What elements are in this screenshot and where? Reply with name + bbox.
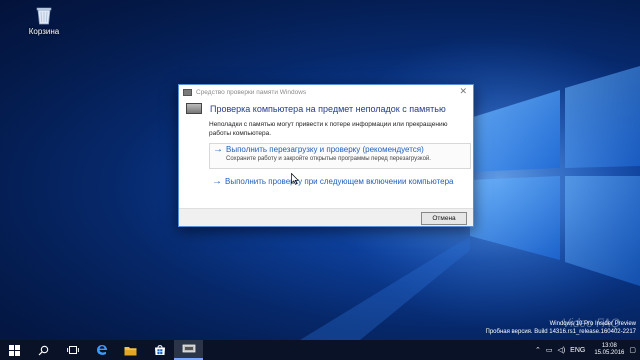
mouse-cursor-icon bbox=[291, 172, 300, 190]
recycle-bin-label: Корзина bbox=[28, 27, 60, 36]
notifications-icon[interactable]: ▢ bbox=[629, 346, 636, 354]
clock-time: 13:08 bbox=[601, 343, 617, 349]
memory-diagnostic-icon bbox=[182, 344, 195, 353]
task-view-button[interactable] bbox=[58, 340, 87, 360]
edge-button[interactable] bbox=[87, 340, 116, 360]
edge-icon bbox=[96, 345, 107, 355]
cancel-button[interactable]: Отмена bbox=[421, 212, 467, 225]
dialog-title: Средство проверки памяти Windows bbox=[196, 88, 307, 96]
restart-now-title: Выполнить перезагрузку и проверку (реком… bbox=[226, 145, 424, 154]
dialog-titlebar[interactable]: Средство проверки памяти Windows ✕ bbox=[179, 85, 473, 99]
file-explorer-icon bbox=[124, 346, 137, 355]
taskbar: ⌃ ▭ ◁) ENG 13:08 15.05.2016 ▢ bbox=[0, 340, 640, 360]
task-view-icon bbox=[66, 346, 79, 354]
search-button[interactable] bbox=[29, 340, 58, 360]
start-button[interactable] bbox=[0, 340, 29, 360]
check-next-start-option[interactable]: → Выполнить проверку при следующем включ… bbox=[209, 177, 471, 187]
recycle-bin-shortcut[interactable]: Корзина bbox=[22, 4, 66, 36]
language-indicator[interactable]: ENG bbox=[570, 347, 585, 354]
close-button[interactable]: ✕ bbox=[459, 86, 467, 97]
windows-logo-icon bbox=[9, 344, 20, 356]
file-explorer-button[interactable] bbox=[116, 340, 145, 360]
store-button[interactable] bbox=[145, 340, 174, 360]
memory-diagnostic-dialog: Средство проверки памяти Windows ✕ Прове… bbox=[178, 84, 474, 227]
volume-icon[interactable]: ◁) bbox=[557, 346, 565, 354]
dialog-heading: Проверка компьютера на предмет неполадок… bbox=[210, 103, 446, 114]
network-icon[interactable]: ▭ bbox=[546, 346, 553, 354]
build-watermark: Windows 10 Pro Insider Preview Пробная в… bbox=[486, 320, 636, 336]
recycle-bin-icon bbox=[33, 4, 55, 26]
show-hidden-icons-icon[interactable]: ⌃ bbox=[535, 346, 541, 354]
arrow-right-icon: → bbox=[213, 144, 223, 155]
search-icon bbox=[38, 345, 49, 355]
restart-now-subtitle: Сохраните работу и закройте открытые про… bbox=[226, 155, 431, 162]
dialog-description: Неполадки с памятью могут привести к пот… bbox=[209, 121, 448, 137]
system-tray: ⌃ ▭ ◁) ENG 13:08 15.05.2016 ▢ bbox=[535, 340, 636, 360]
check-next-start-title: Выполнить проверку при следующем включен… bbox=[225, 177, 454, 186]
memory-diagnostic-taskbar-button[interactable] bbox=[174, 340, 203, 360]
clock-date: 15.05.2016 bbox=[594, 350, 625, 356]
arrow-right-icon: → bbox=[212, 176, 222, 187]
memory-chip-icon bbox=[186, 103, 202, 114]
dialog-heading-row: Проверка компьютера на предмет неполадок… bbox=[179, 99, 473, 114]
store-icon bbox=[154, 345, 165, 355]
build-edition: Windows 10 Pro Insider Preview bbox=[549, 321, 636, 327]
clock[interactable]: 13:08 15.05.2016 bbox=[594, 343, 624, 357]
memory-chip-icon bbox=[183, 88, 192, 96]
restart-now-option[interactable]: → Выполнить перезагрузку и проверку (рек… bbox=[209, 143, 471, 169]
build-version: Пробная версия. Build 14316.rs1_release.… bbox=[485, 329, 636, 335]
dialog-footer: Отмена bbox=[179, 208, 473, 226]
